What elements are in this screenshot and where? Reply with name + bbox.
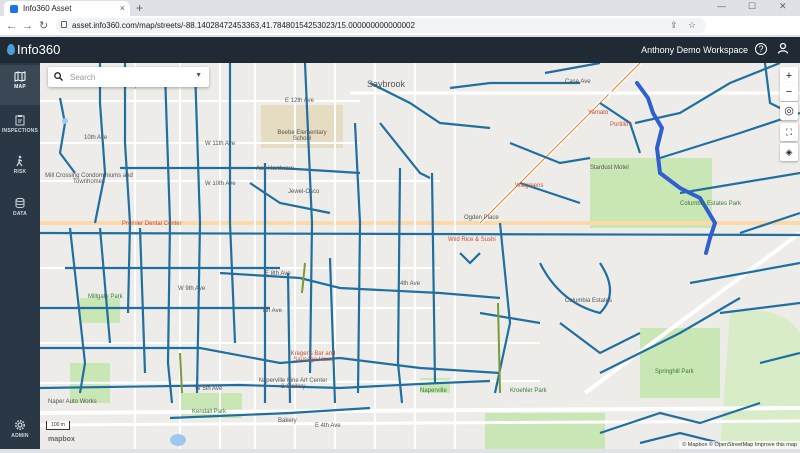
fullscreen-button[interactable]: ⛶	[780, 123, 798, 141]
reload-icon[interactable]: ↻	[39, 19, 48, 33]
browser-tab-bar: Info360 Asset × + — ☐ ✕	[0, 0, 800, 16]
sidebar-item-inspections[interactable]: INSPECTIONS	[0, 108, 40, 148]
map-label-poi: Portillo's	[610, 122, 633, 128]
map-label-poi: Premier Dental Center	[122, 221, 182, 227]
park-area	[485, 413, 605, 449]
walk-icon	[16, 155, 23, 167]
share-icon[interactable]: ⇪	[670, 20, 678, 31]
tab-title: Info360 Asset	[23, 4, 72, 13]
map-label-park: Columbia Estates Park	[680, 201, 742, 207]
lock-icon	[61, 21, 67, 28]
tab-close-icon[interactable]: ×	[120, 3, 125, 13]
map-label-poi: Kreger's Bar and Sausage Haus	[290, 351, 336, 363]
app-header: Info360 Anthony Demo Workspace ?	[0, 37, 800, 63]
map-label-park: Kroehler Park	[510, 388, 547, 394]
url-text: asset.info360.com/map/streets/-88.140284…	[72, 21, 415, 30]
back-icon[interactable]: ←	[6, 19, 17, 33]
sidebar-item-map[interactable]: MAP	[0, 65, 40, 105]
zoom-out-button[interactable]: −	[780, 83, 798, 101]
search-placeholder: Search	[70, 73, 96, 82]
map-label-park: Millgate Park	[88, 294, 123, 300]
map-label-poi: Beebe Elementary School	[277, 130, 327, 142]
window-close-icon[interactable]: ✕	[779, 1, 787, 12]
scale-bar: 100 m	[46, 421, 70, 430]
map-label-poi: Mill Crossing Condominiums and Townhomes	[45, 173, 133, 185]
sidebar-item-data[interactable]: DATA	[0, 191, 40, 231]
info360-favicon-icon	[10, 4, 18, 13]
database-icon	[15, 197, 25, 208]
map-label-poi: Jewel-Osco	[288, 189, 320, 195]
clipboard-icon	[15, 115, 25, 126]
map-canvas[interactable]: Saybrook E 12th Ave W 11th Ave W 10th Av…	[40, 63, 800, 449]
map-icon	[14, 71, 26, 82]
map-label-street: W 9th Ave	[178, 286, 206, 292]
map-label-park: Springhill Park	[655, 369, 694, 375]
search-input[interactable]: Search ▼	[48, 67, 209, 87]
millgate-park-area	[80, 298, 120, 323]
locate-button[interactable]: ◎	[780, 102, 798, 120]
springhill-park-area	[640, 328, 720, 398]
map-label-street: E 12th Ave	[285, 98, 314, 104]
minimize-icon[interactable]: —	[717, 1, 726, 11]
browser-tab[interactable]: Info360 Asset ×	[4, 1, 130, 16]
gear-icon	[15, 420, 25, 430]
map-label-street: 10th Ave	[84, 135, 108, 141]
map-label-street: Ogden Place	[464, 215, 499, 221]
map-label-poi: Naperville Fine Art Center & Gallery	[258, 378, 328, 390]
map-label-city: Saybrook	[367, 79, 406, 89]
map-label-neighborhood: Columbia Estates	[565, 298, 613, 304]
droplet-icon	[7, 44, 15, 55]
map-label-street: W 10th Ave	[205, 181, 236, 187]
map-label-poi: Walgreens	[515, 183, 544, 189]
workspace-name[interactable]: Anthony Demo Workspace	[641, 45, 748, 55]
logo-text: Info360	[17, 42, 61, 57]
map-label-street: W 5th Ave	[195, 386, 223, 392]
map-label-street: E 4th Ave	[315, 423, 341, 429]
golf-area	[720, 310, 800, 449]
map-label-street: 7th Ave	[262, 308, 282, 314]
sidebar-item-label: INSPECTIONS	[1, 128, 39, 134]
sidebar-item-label: ADMIN	[11, 433, 29, 439]
map-label-street: 4th Ave	[400, 281, 420, 287]
map-label-park: Kendall Park	[192, 409, 227, 415]
map-label-street: W 11th Ave	[205, 141, 236, 147]
bookmark-icon[interactable]: ☆	[688, 20, 696, 31]
address-bar[interactable]: asset.info360.com/map/streets/-88.140284…	[56, 18, 706, 33]
map-label-park: Naperville	[420, 388, 447, 394]
map-attribution[interactable]: © Mapbox © OpenStreetMap Improve this ma…	[679, 441, 800, 449]
help-icon[interactable]: ?	[755, 43, 767, 55]
user-icon[interactable]	[776, 42, 790, 56]
info360-logo[interactable]: Info360	[7, 42, 60, 57]
layers-button[interactable]: ◈	[780, 143, 798, 161]
browser-toolbar: ← → ↻ asset.info360.com/map/streets/-88.…	[0, 16, 800, 36]
map-label-poi: Ace Hardware	[256, 166, 295, 172]
map-label-street: Case Ave	[565, 79, 591, 85]
sidebar: MAP INSPECTIONS RISK DATA ADMIN	[0, 63, 40, 449]
map-label-poi: Stardust Motel	[590, 165, 629, 171]
new-tab-button[interactable]: +	[136, 1, 143, 15]
water-body	[170, 434, 186, 446]
sidebar-item-label: DATA	[13, 211, 27, 217]
map-label-poi: Bakery	[278, 418, 297, 424]
search-icon	[54, 72, 63, 81]
map-label-street: E 8th Ave	[265, 271, 291, 277]
map-label-poi: Naper Auto Works	[48, 399, 97, 405]
map-label-poi: Wild Rice & Sushi	[448, 237, 496, 243]
sidebar-item-label: MAP	[14, 84, 26, 90]
sidebar-item-label: RISK	[13, 169, 27, 175]
map-label-poi: Yamato	[588, 110, 609, 116]
chevron-down-icon[interactable]: ▼	[195, 72, 202, 79]
sidebar-item-risk[interactable]: RISK	[0, 149, 40, 189]
maximize-icon[interactable]: ☐	[748, 1, 756, 12]
sidebar-item-admin[interactable]: ADMIN	[0, 413, 40, 453]
mapbox-logo: mapbox	[48, 436, 75, 443]
forward-icon[interactable]: →	[22, 19, 33, 33]
